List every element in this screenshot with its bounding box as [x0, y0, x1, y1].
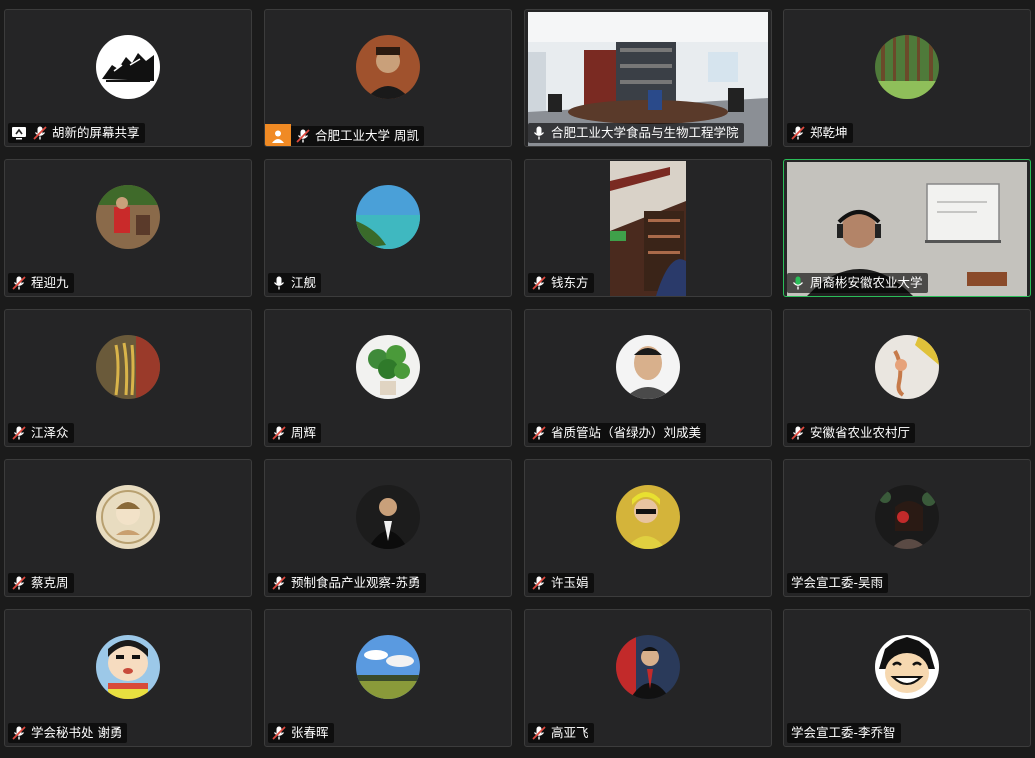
participant-namebar: 胡新的屏幕共享 [8, 123, 145, 143]
avatar [356, 485, 420, 549]
mic-muted-icon [270, 424, 288, 442]
mic-muted-icon [789, 424, 807, 442]
participant-namebar: 郑乾坤 [787, 123, 853, 143]
participant-namebar: 合肥工业大学食品与生物工程学院 [528, 123, 744, 143]
participant-name: 钱东方 [551, 275, 589, 290]
participant-name: 安徽省农业农村厅 [810, 425, 911, 440]
mic-muted-icon [294, 127, 312, 145]
participant-namebar: 张春晖 [268, 723, 334, 743]
user-placeholder-icon [265, 124, 291, 146]
avatar [96, 35, 160, 99]
avatar [875, 485, 939, 549]
participant-namebar: 学会宣工委-吴雨 [787, 573, 889, 593]
mic-speaking-icon [789, 274, 807, 292]
participant-tile[interactable]: 郑乾坤 [783, 9, 1031, 147]
participant-name: 周裔彬安徽农业大学 [810, 275, 923, 290]
mic-muted-icon [530, 274, 548, 292]
participant-name: 周辉 [291, 425, 317, 440]
avatar [875, 635, 939, 699]
participant-tile[interactable]: 高亚飞 [524, 609, 772, 747]
mic-muted-icon [10, 574, 28, 592]
participant-tile[interactable]: 学会宣工委-吴雨 [783, 459, 1031, 597]
participant-namebar: 钱东方 [528, 273, 594, 293]
participant-namebar: 蔡克周 [8, 573, 74, 593]
participant-name: 预制食品产业观察-苏勇 [291, 575, 421, 590]
participant-namebar: 程迎九 [8, 273, 74, 293]
participant-name: 许玉娟 [551, 575, 589, 590]
participant-namebar: 高亚飞 [528, 723, 594, 743]
avatar [616, 485, 680, 549]
mic-muted-icon [789, 124, 807, 142]
participant-namebar: 预制食品产业观察-苏勇 [268, 573, 426, 593]
mic-muted-icon [530, 424, 548, 442]
avatar [96, 185, 160, 249]
participant-namebar: 学会秘书处 谢勇 [8, 723, 128, 743]
avatar [875, 35, 939, 99]
mic-muted-icon [530, 574, 548, 592]
participant-tile[interactable]: 合肥工业大学食品与生物工程学院 [524, 9, 772, 147]
participant-tile-active-speaker[interactable]: 周裔彬安徽农业大学 [783, 159, 1031, 297]
avatar [96, 635, 160, 699]
participant-tile[interactable]: 张春晖 [264, 609, 512, 747]
participant-tile[interactable]: 预制食品产业观察-苏勇 [264, 459, 512, 597]
mic-muted-icon [270, 574, 288, 592]
participant-namebar: 江泽众 [8, 423, 74, 443]
participant-namebar: 合肥工业大学 周凯 [265, 124, 424, 146]
participant-namebar: 周辉 [268, 423, 322, 443]
video-feed [610, 161, 686, 296]
participant-tile[interactable]: 许玉娟 [524, 459, 772, 597]
avatar [356, 35, 420, 99]
mic-icon [270, 274, 288, 292]
participant-tile[interactable]: 程迎九 [4, 159, 252, 297]
participant-name: 高亚飞 [551, 725, 589, 740]
participant-name: 学会秘书处 谢勇 [31, 725, 123, 740]
participant-tile[interactable]: 江舰 [264, 159, 512, 297]
participant-tile[interactable]: 省质管站（省绿办）刘成美 [524, 309, 772, 447]
avatar [96, 485, 160, 549]
participant-tile[interactable]: 江泽众 [4, 309, 252, 447]
mic-muted-icon [10, 424, 28, 442]
participant-name: 合肥工业大学食品与生物工程学院 [551, 125, 739, 140]
participant-namebar: 安徽省农业农村厅 [787, 423, 916, 443]
mic-muted-icon [270, 724, 288, 742]
avatar [96, 335, 160, 399]
participant-name: 张春晖 [291, 725, 329, 740]
screen-share-icon [10, 124, 28, 142]
participant-namebar: 江舰 [268, 273, 322, 293]
participant-tile[interactable]: 合肥工业大学 周凯 [264, 9, 512, 147]
participant-name: 江舰 [291, 275, 317, 290]
mic-muted-icon [530, 724, 548, 742]
participant-name: 蔡克周 [31, 575, 69, 590]
participant-namebar: 周裔彬安徽农业大学 [787, 273, 928, 293]
participant-grid: 胡新的屏幕共享 合肥工业大学 周凯 合肥工业大学食品与生物工程学院 郑乾坤 程迎… [0, 0, 1035, 758]
mic-muted-icon [31, 124, 49, 142]
participant-name: 胡新的屏幕共享 [52, 125, 140, 140]
participant-tile[interactable]: 蔡克周 [4, 459, 252, 597]
participant-name: 程迎九 [31, 275, 69, 290]
participant-name: 郑乾坤 [810, 125, 848, 140]
avatar [356, 335, 420, 399]
avatar [356, 635, 420, 699]
avatar [875, 335, 939, 399]
participant-tile[interactable]: 安徽省农业农村厅 [783, 309, 1031, 447]
participant-tile[interactable]: 周辉 [264, 309, 512, 447]
participant-tile[interactable]: 钱东方 [524, 159, 772, 297]
participant-name: 省质管站（省绿办）刘成美 [551, 425, 702, 440]
participant-tile[interactable]: 学会宣工委-李乔智 [783, 609, 1031, 747]
mic-muted-icon [10, 724, 28, 742]
avatar [616, 335, 680, 399]
participant-name: 合肥工业大学 周凯 [315, 128, 419, 143]
participant-tile[interactable]: 学会秘书处 谢勇 [4, 609, 252, 747]
mic-icon [530, 124, 548, 142]
mic-muted-icon [10, 274, 28, 292]
participant-name: 江泽众 [31, 425, 69, 440]
participant-name: 学会宣工委-李乔智 [791, 725, 896, 740]
participant-namebar: 学会宣工委-李乔智 [787, 723, 901, 743]
participant-namebar: 许玉娟 [528, 573, 594, 593]
participant-tile[interactable]: 胡新的屏幕共享 [4, 9, 252, 147]
avatar [356, 185, 420, 249]
avatar [616, 635, 680, 699]
participant-name: 学会宣工委-吴雨 [791, 575, 884, 590]
participant-namebar: 省质管站（省绿办）刘成美 [528, 423, 707, 443]
